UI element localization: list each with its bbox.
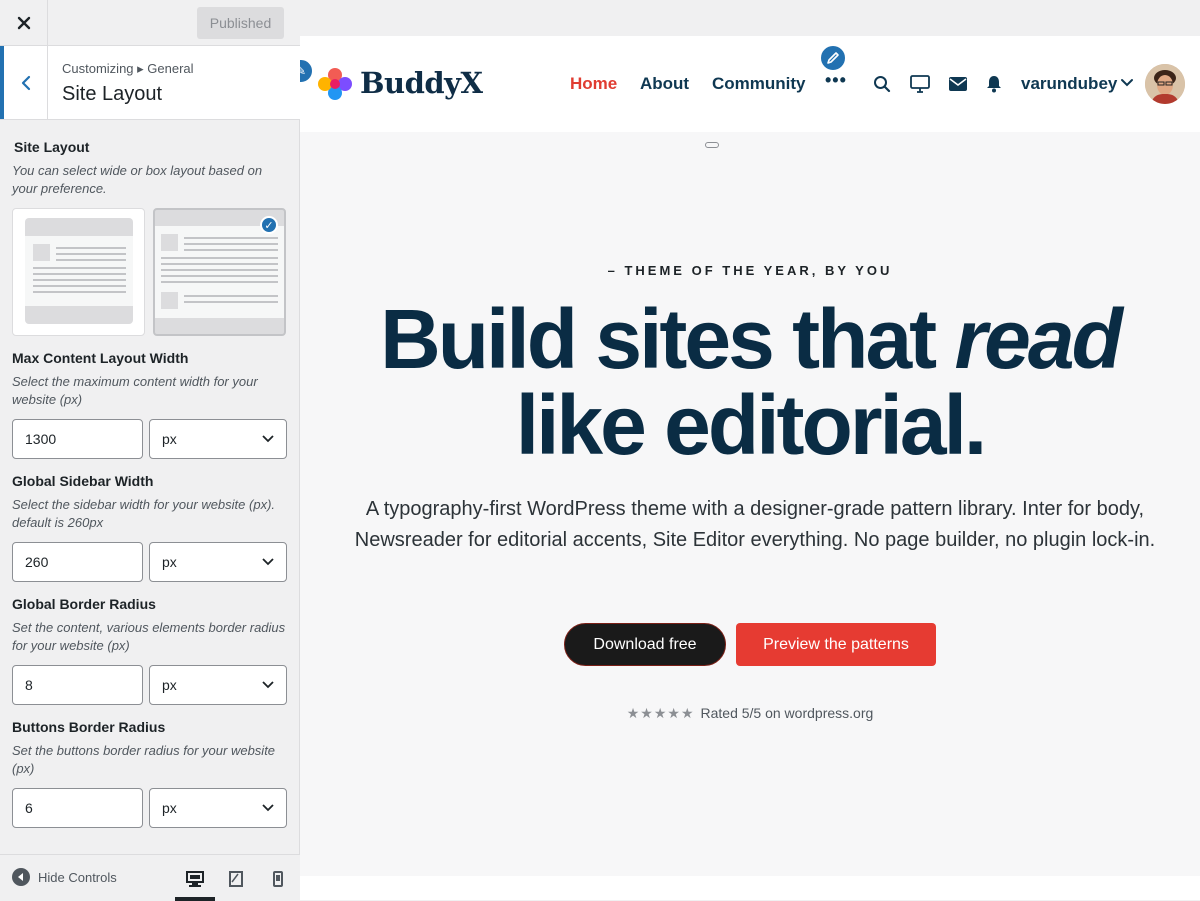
preview-desktop-button[interactable] bbox=[175, 865, 215, 901]
avatar[interactable] bbox=[1145, 64, 1185, 104]
border-radius-title: Global Border Radius bbox=[12, 596, 156, 612]
header-drag-handle[interactable] bbox=[705, 142, 719, 148]
logo-icon[interactable] bbox=[316, 66, 354, 102]
layout-options: ✓ bbox=[12, 208, 288, 336]
nav-more[interactable]: ••• bbox=[825, 70, 847, 91]
published-button[interactable]: Published bbox=[197, 7, 284, 39]
breadcrumb: Customizing ▸ General bbox=[62, 61, 194, 76]
section-title: Site Layout bbox=[62, 83, 163, 105]
button-radius-control: Buttons Border Radius Set the buttons bo… bbox=[12, 719, 288, 828]
controls-list: Site Layout You can select wide or box l… bbox=[0, 121, 300, 854]
collapse-arrow-icon bbox=[12, 868, 30, 886]
site-logo-text[interactable]: BuddyX bbox=[360, 66, 483, 100]
border-radius-control: Global Border Radius Set the content, va… bbox=[12, 596, 288, 705]
edit-shortcut-icon[interactable]: ✎ bbox=[300, 58, 314, 84]
site-layout-description: You can select wide or box layout based … bbox=[12, 163, 263, 196]
tablet-icon bbox=[229, 871, 243, 887]
max-width-unit-select[interactable]: px bbox=[149, 419, 287, 459]
button-radius-unit-select[interactable]: px bbox=[149, 788, 287, 828]
edit-pencil-icon[interactable] bbox=[819, 44, 847, 72]
next-section bbox=[300, 876, 1200, 900]
customizer-panel: Published Customizing ▸ General Site Lay… bbox=[0, 0, 300, 901]
mobile-icon bbox=[273, 871, 283, 887]
bell-icon[interactable] bbox=[984, 74, 1004, 94]
border-radius-unit-value: px bbox=[162, 677, 177, 693]
hero-subtext: A typography-first WordPress theme with … bbox=[354, 498, 1156, 551]
rating-text: Rated 5/5 on wordpress.org bbox=[700, 705, 874, 721]
customizer-topbar: Published bbox=[0, 0, 300, 46]
max-width-control: Max Content Layout Width Select the maxi… bbox=[12, 350, 288, 459]
nav-about[interactable]: About bbox=[640, 74, 689, 94]
user-menu-name[interactable]: varundubey bbox=[1021, 74, 1117, 94]
site-preview: ✎ BuddyX Home About Community ••• varund… bbox=[300, 0, 1200, 900]
monitor-icon[interactable] bbox=[910, 74, 930, 94]
search-icon[interactable] bbox=[872, 74, 892, 94]
border-radius-unit-select[interactable]: px bbox=[149, 665, 287, 705]
max-width-title: Max Content Layout Width bbox=[12, 350, 189, 366]
customizer-footer: Hide Controls bbox=[0, 854, 300, 901]
chevron-down-icon bbox=[262, 804, 274, 812]
preview-mobile-button[interactable] bbox=[258, 865, 298, 901]
sidebar-width-unit-select[interactable]: px bbox=[149, 542, 287, 582]
layout-option-boxed[interactable] bbox=[12, 208, 145, 336]
chevron-down-icon[interactable] bbox=[1120, 76, 1134, 90]
preview-patterns-button[interactable]: Preview the patterns bbox=[736, 623, 936, 666]
sidebar-width-input[interactable] bbox=[12, 542, 143, 582]
hide-controls-button[interactable]: Hide Controls bbox=[12, 868, 117, 886]
headline-line2: like editorial. bbox=[515, 378, 988, 472]
headline-part1: Build sites that bbox=[380, 292, 955, 386]
close-icon bbox=[17, 16, 30, 30]
button-radius-description: Set the buttons border radius for your w… bbox=[12, 743, 276, 776]
max-width-unit-value: px bbox=[162, 431, 177, 447]
hero-headline: Build sites that read like editorial. bbox=[300, 296, 1200, 468]
close-button[interactable] bbox=[0, 0, 48, 46]
nav-home[interactable]: Home bbox=[570, 74, 617, 94]
layout-option-wide[interactable]: ✓ bbox=[153, 208, 286, 336]
star-rating-icons: ★★★★★ bbox=[626, 705, 695, 721]
hide-controls-label: Hide Controls bbox=[38, 869, 117, 885]
rating-line: ★★★★★ Rated 5/5 on wordpress.org bbox=[300, 705, 1200, 722]
preview-top-strip bbox=[300, 0, 1200, 36]
border-radius-input[interactable] bbox=[12, 665, 143, 705]
boxed-layout-icon bbox=[25, 218, 133, 324]
mail-icon[interactable] bbox=[948, 74, 968, 94]
preview-tablet-button[interactable] bbox=[216, 865, 256, 901]
sidebar-width-description: Select the sidebar width for your websit… bbox=[12, 497, 276, 530]
chevron-down-icon bbox=[262, 681, 274, 689]
max-width-description: Select the maximum content width for you… bbox=[12, 374, 258, 407]
section-header: Customizing ▸ General Site Layout bbox=[0, 46, 300, 120]
max-width-input[interactable] bbox=[12, 419, 143, 459]
chevron-down-icon bbox=[262, 558, 274, 566]
site-header: ✎ BuddyX Home About Community ••• varund… bbox=[300, 36, 1200, 132]
hero-eyebrow: – THEME OF THE YEAR, BY YOU bbox=[607, 263, 893, 278]
headline-emphasis: read bbox=[954, 292, 1122, 386]
back-button[interactable] bbox=[0, 46, 48, 119]
desktop-icon bbox=[186, 871, 204, 887]
site-layout-title: Site Layout bbox=[14, 139, 90, 155]
nav-community[interactable]: Community bbox=[712, 74, 806, 94]
chevron-down-icon bbox=[262, 435, 274, 443]
button-radius-unit-value: px bbox=[162, 800, 177, 816]
button-radius-input[interactable] bbox=[12, 788, 143, 828]
border-radius-description: Set the content, various elements border… bbox=[12, 620, 286, 653]
sidebar-width-control: Global Sidebar Width Select the sidebar … bbox=[12, 473, 288, 582]
sidebar-width-unit-value: px bbox=[162, 554, 177, 570]
chevron-left-icon bbox=[21, 75, 30, 90]
download-free-button[interactable]: Download free bbox=[564, 623, 726, 666]
button-radius-title: Buttons Border Radius bbox=[12, 719, 166, 735]
selected-check-icon: ✓ bbox=[260, 216, 278, 234]
sidebar-width-title: Global Sidebar Width bbox=[12, 473, 154, 489]
